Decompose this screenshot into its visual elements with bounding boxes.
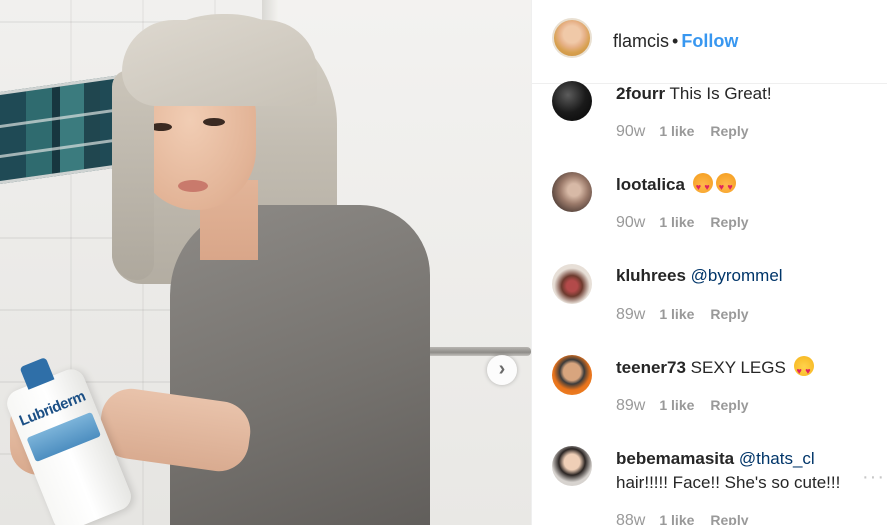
- reply-button[interactable]: Reply: [710, 397, 748, 413]
- follow-button[interactable]: Follow: [681, 31, 738, 51]
- comment-mention[interactable]: @byrommel: [691, 266, 783, 285]
- post-photo[interactable]: Lubriderm ›: [0, 0, 531, 525]
- comment-time[interactable]: 90w: [616, 214, 645, 232]
- commenter-avatar[interactable]: [552, 355, 592, 395]
- reply-button[interactable]: Reply: [710, 214, 748, 230]
- comment-likes[interactable]: 1 like: [659, 306, 694, 322]
- comment-meta: 90w 1 like Reply: [616, 123, 749, 141]
- comment-likes[interactable]: 1 like: [659, 214, 694, 230]
- comment-username[interactable]: 2fourr: [616, 84, 665, 103]
- comment-username[interactable]: bebemamasita: [616, 449, 734, 468]
- heart-eyes-icon: [793, 356, 814, 383]
- comment-time[interactable]: 90w: [616, 123, 645, 141]
- comment-body: bebemamasita @thats_cl hair!!!!! Face!! …: [616, 447, 866, 495]
- reply-button[interactable]: Reply: [710, 123, 748, 139]
- comment-meta: 88w 1 like Reply: [616, 512, 749, 525]
- owner-avatar[interactable]: [552, 18, 592, 58]
- commenter-avatar[interactable]: [552, 172, 592, 212]
- heart-eyes-cat-icon: [715, 173, 736, 199]
- comment-body: teener73 SEXY LEGS: [616, 356, 876, 383]
- comment-body: lootalica: [616, 173, 876, 199]
- comment-text: SEXY LEGS: [690, 358, 786, 377]
- carousel-next-button[interactable]: ›: [487, 355, 517, 385]
- separator-dot: •: [672, 31, 679, 51]
- reply-button[interactable]: Reply: [710, 512, 748, 525]
- comment-text: This Is Great!: [669, 84, 772, 103]
- owner-username[interactable]: flamcis: [613, 31, 669, 51]
- lips: [178, 180, 208, 192]
- comment-username[interactable]: kluhrees: [616, 266, 686, 285]
- heart-eyes-cat-icon: [692, 173, 713, 199]
- comment-username[interactable]: teener73: [616, 358, 686, 377]
- commenter-avatar[interactable]: [552, 81, 592, 121]
- comments-panel: flamcis • Follow 2fourr This Is Great! 90w…: [531, 0, 887, 525]
- post-header: flamcis • Follow: [532, 0, 887, 84]
- comment-time[interactable]: 89w: [616, 306, 645, 324]
- comment-likes[interactable]: 1 like: [659, 512, 694, 525]
- header-text: flamcis • Follow: [613, 31, 738, 52]
- comment-text: hair!!!!! Face!! She's so cute!!!: [616, 473, 841, 492]
- comment-body: 2fourr This Is Great!: [616, 82, 876, 106]
- reply-button[interactable]: Reply: [710, 306, 748, 322]
- comment-time[interactable]: 88w: [616, 512, 645, 525]
- comment-body: kluhrees @byrommel: [616, 264, 876, 288]
- comment-meta: 89w 1 like Reply: [616, 306, 749, 324]
- right-eye: [203, 118, 225, 126]
- chevron-right-icon: ›: [498, 358, 506, 380]
- comment-mention[interactable]: @thats_cl: [739, 449, 815, 468]
- comment-username[interactable]: lootalica: [616, 175, 685, 194]
- commenter-avatar[interactable]: [552, 264, 592, 304]
- more-options-icon[interactable]: ···: [862, 466, 885, 489]
- comment-time[interactable]: 89w: [616, 397, 645, 415]
- comment-meta: 89w 1 like Reply: [616, 397, 749, 415]
- comment-likes[interactable]: 1 like: [659, 397, 694, 413]
- commenter-avatar[interactable]: [552, 446, 592, 486]
- hair-fringe: [122, 20, 317, 106]
- comment-meta: 90w 1 like Reply: [616, 214, 749, 232]
- comment-likes[interactable]: 1 like: [659, 123, 694, 139]
